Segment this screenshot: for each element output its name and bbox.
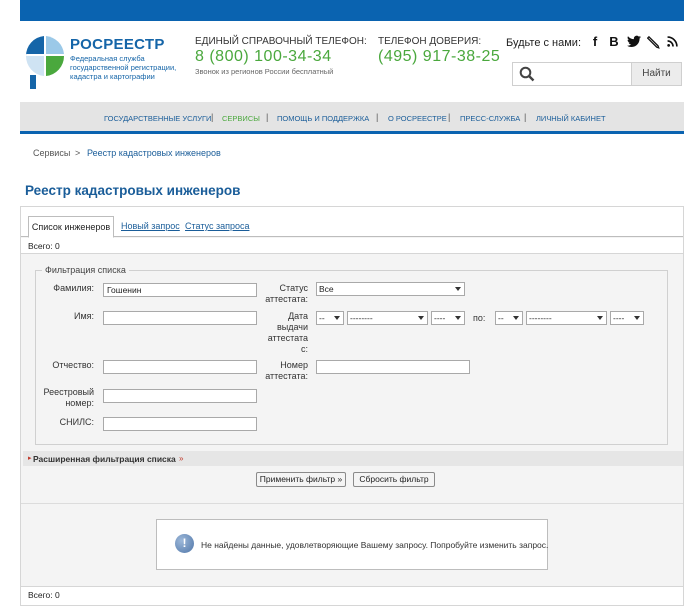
registry-number-label: Реестровый номер: [43, 387, 94, 408]
extended-filter-chevron-icon: » [179, 454, 184, 463]
nav-separator: | [376, 112, 379, 122]
date-from-day-select[interactable]: -- [316, 311, 344, 325]
date-to-year-value: ---- [613, 313, 625, 323]
total-count: Всего: 0 [28, 241, 60, 251]
bottom-count-bar [21, 586, 683, 605]
breadcrumb-current[interactable]: Реестр кадастровых инженеров [87, 148, 221, 158]
date-from-day-value: -- [319, 313, 325, 323]
nav-separator: | [211, 112, 214, 122]
status-select[interactable]: Все [316, 282, 465, 296]
status-label: Статус аттестата: [265, 283, 308, 304]
search-button[interactable]: Найти [631, 62, 682, 86]
extended-filter-label[interactable]: Расширенная фильтрация списка [33, 454, 176, 464]
snils-label: СНИЛС: [59, 417, 94, 427]
divider [21, 503, 683, 504]
nav-item-services[interactable]: СЕРВИСЫ [222, 114, 260, 123]
registry-number-input[interactable] [103, 389, 257, 403]
date-from-year-select[interactable]: ---- [431, 311, 465, 325]
breadcrumb-separator: > [75, 148, 81, 158]
phone1-number: 8 (800) 100-34-34 [195, 48, 332, 65]
no-results-message: Не найдены данные, удовлетворяющие Вашем… [201, 540, 549, 550]
phone1-note: Звонок из регионов России бесплатный [195, 67, 334, 76]
patronymic-input[interactable] [103, 360, 257, 374]
cert-number-input[interactable] [316, 360, 470, 374]
status-select-value: Все [319, 284, 334, 294]
name-input[interactable] [103, 311, 257, 325]
total-count-bottom: Всего: 0 [28, 590, 60, 600]
twitter-icon[interactable] [627, 35, 641, 48]
date-to-day-value: -- [498, 313, 504, 323]
reset-filter-button[interactable]: Сбросить фильтр [353, 472, 435, 487]
nav-item-press[interactable]: ПРЕСС-СЛУЖБА [460, 114, 520, 123]
surname-input[interactable]: Гошенин [103, 283, 257, 297]
snils-input[interactable] [103, 417, 257, 431]
count-bar [21, 238, 683, 254]
page-title: Реестр кадастровых инженеров [25, 183, 241, 198]
nav-item-help[interactable]: ПОМОЩЬ И ПОДДЕРЖКА [277, 114, 369, 123]
date-from-month-value: -------- [350, 313, 373, 323]
breadcrumb-root[interactable]: Сервисы [33, 148, 70, 158]
nav-item-gov-services[interactable]: ГОСУДАРСТВЕННЫЕ УСЛУГИ [104, 114, 211, 123]
top-bar [20, 0, 684, 21]
rss-icon[interactable] [667, 36, 678, 47]
date-from-label: Дата выдачи аттестата с: [267, 311, 308, 354]
date-to-month-value: -------- [529, 313, 552, 323]
cert-number-label: Номер аттестата: [265, 360, 308, 381]
rosreestr-logo-icon[interactable] [24, 31, 64, 93]
nav-item-cabinet[interactable]: ЛИЧНЫЙ КАБИНЕТ [536, 114, 606, 123]
logo-subtitle: Федеральная служба государственной регис… [70, 54, 177, 81]
phone2-number: (495) 917-38-25 [378, 48, 501, 65]
tab-request-status[interactable]: Статус запроса [185, 221, 249, 231]
date-to-year-select[interactable]: ---- [610, 311, 644, 325]
phone1-label: ЕДИНЫЙ СПРАВОЧНЫЙ ТЕЛЕФОН: [195, 36, 367, 47]
search-icon [519, 66, 535, 82]
nav-separator: | [448, 112, 451, 122]
filter-legend: Фильтрация списка [42, 265, 129, 275]
social-label: Будьте с нами: [506, 37, 582, 49]
patronymic-label: Отчество: [52, 360, 94, 370]
date-to-month-select[interactable]: -------- [526, 311, 607, 325]
date-from-month-select[interactable]: -------- [347, 311, 428, 325]
tab-engineers-list[interactable]: Список инженеров [28, 216, 114, 238]
logo-title[interactable]: РОСРЕЕСТР [70, 36, 165, 53]
extended-filter-arrow-icon: ▸ [28, 455, 32, 462]
info-icon: ! [175, 534, 194, 553]
nav-item-about[interactable]: О РОСРЕЕСТРЕ [388, 114, 447, 123]
facebook-icon[interactable]: f [588, 34, 602, 49]
surname-label: Фамилия: [53, 283, 94, 293]
date-to-label: по: [473, 313, 486, 323]
nav-separator: | [524, 112, 527, 122]
date-from-year-value: ---- [434, 313, 446, 323]
lj-icon[interactable] [647, 35, 660, 49]
vk-icon[interactable]: B [607, 34, 621, 49]
date-to-day-select[interactable]: -- [495, 311, 523, 325]
nav-separator: | [266, 112, 269, 122]
name-label: Имя: [73, 311, 94, 321]
tab-new-request[interactable]: Новый запрос [121, 221, 180, 231]
apply-filter-button[interactable]: Применить фильтр » [256, 472, 346, 487]
phone2-label: ТЕЛЕФОН ДОВЕРИЯ: [378, 36, 482, 47]
